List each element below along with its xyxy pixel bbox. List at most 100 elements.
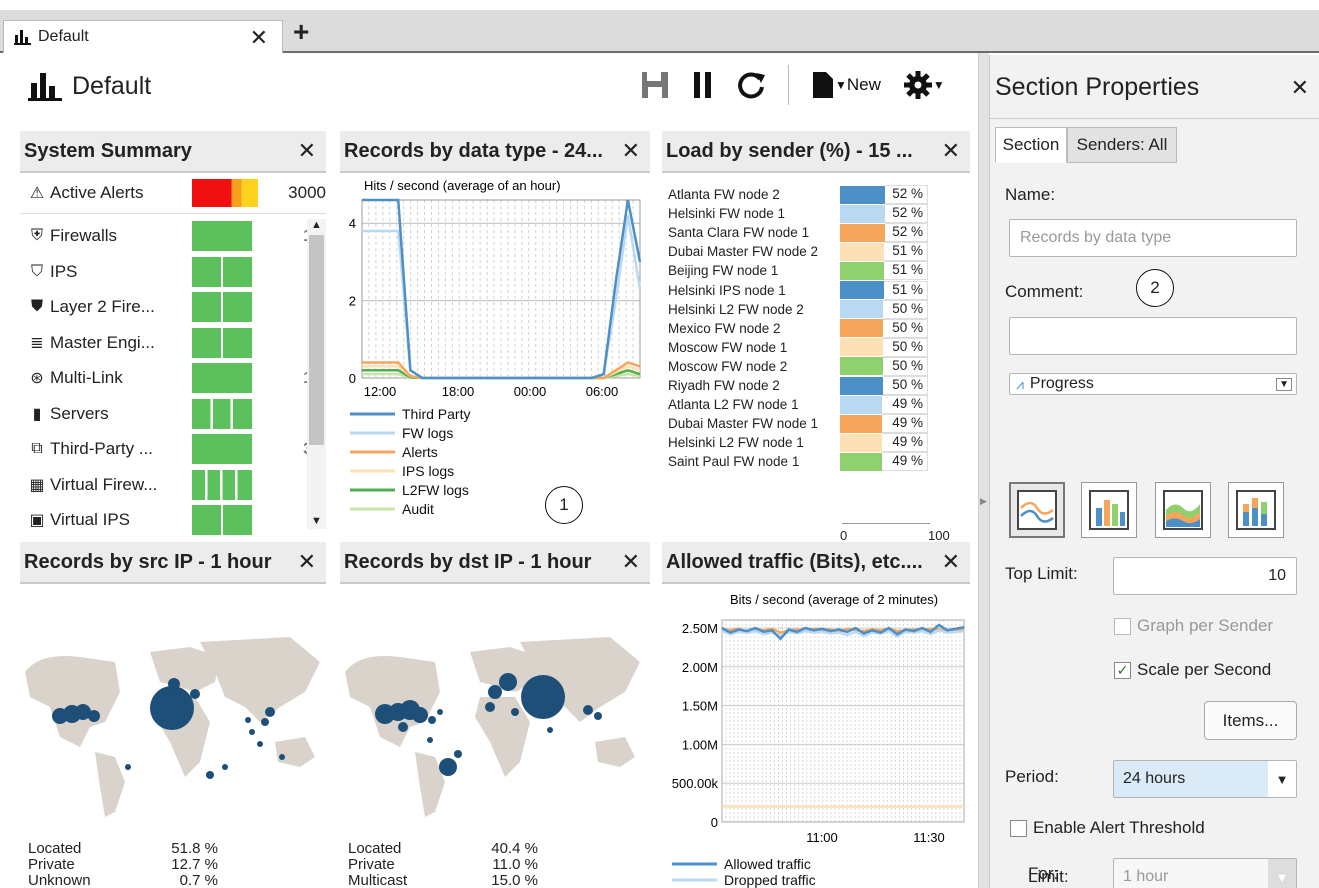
for-select[interactable]: 1 hour ▼ <box>1113 858 1297 888</box>
panel-title: Allowed traffic (Bits), etc.... <box>666 550 923 573</box>
sender-pct: 51 % <box>884 280 928 300</box>
close-icon[interactable]: ✕ <box>942 138 960 164</box>
summary-row[interactable]: ▦Virtual Firew...4 <box>24 468 326 502</box>
save-icon[interactable] <box>640 70 670 100</box>
refresh-icon[interactable] <box>736 70 766 100</box>
scrollbar-thumb[interactable] <box>309 235 324 445</box>
for-select-value: 1 hour <box>1123 868 1169 885</box>
panel-title: Records by data type - 24... <box>344 139 603 162</box>
period-label: Period: <box>1005 767 1059 786</box>
x-tick-label: 11:30 <box>913 830 945 845</box>
y-tick-label: 500.00k <box>672 776 719 791</box>
tab-default[interactable]: Default ✕ <box>3 20 283 53</box>
sender-row: Moscow FW node 1 50 % <box>668 337 928 357</box>
scale-per-second-checkbox[interactable]: ✓ Scale per Second <box>1114 660 1271 680</box>
sender-bar <box>840 261 884 280</box>
sender-bar <box>840 395 882 414</box>
sender-name: Helsinki L2 FW node 2 <box>668 301 804 317</box>
summary-row[interactable]: ⧉Third-Party ...32 <box>24 432 326 466</box>
chevron-down-icon: ▼ <box>1275 771 1289 787</box>
gear-icon <box>903 71 932 99</box>
records-type-chart: Hits / second (average of an hour) 0 2 4 12:… <box>349 178 642 517</box>
period-select[interactable]: 24 hours ▼ <box>1113 760 1297 798</box>
summary-row[interactable]: ⛊Layer 2 Fire...2 <box>24 290 326 324</box>
summary-row[interactable]: ⛨Firewalls15 <box>24 219 326 253</box>
legend-label: IPS logs <box>402 463 454 479</box>
summary-row-label: Virtual Firew... <box>50 474 158 494</box>
status-bar <box>192 292 252 322</box>
x-axis <box>842 523 930 524</box>
close-icon[interactable]: ✕ <box>298 138 316 164</box>
legend-label: Private <box>348 856 395 873</box>
tab-section[interactable]: Section <box>995 127 1067 163</box>
sender-pct: 50 % <box>883 318 928 338</box>
summary-row[interactable]: ▣Virtual IPS2 <box>24 503 326 537</box>
page-title-text: Default <box>72 71 152 100</box>
third-party-icon: ⧉ <box>31 440 43 457</box>
settings-button[interactable]: ▼ <box>903 70 945 100</box>
axis-max: 100 <box>928 528 950 543</box>
new-button[interactable]: ▼ New <box>811 70 881 100</box>
panel-splitter[interactable]: ▶ <box>978 53 989 888</box>
sender-bar <box>840 281 884 299</box>
legend-label: Located <box>348 840 402 857</box>
status-bar <box>192 256 252 287</box>
x-tick-label: 11:00 <box>806 830 838 845</box>
area-chart-icon <box>1163 490 1203 530</box>
summary-row[interactable]: ⊛Multi-Link17 <box>24 361 326 395</box>
legend-label: Located <box>28 840 82 857</box>
chevron-down-icon: ▼ <box>1276 377 1292 391</box>
close-icon[interactable]: ✕ <box>1291 75 1309 101</box>
ips-icon: ⛉ <box>30 262 43 280</box>
name-field[interactable]: Records by data type <box>1009 219 1297 257</box>
y-tick-label: 0 <box>711 815 718 830</box>
callout-2: 2 <box>1136 269 1174 307</box>
sender-bar <box>840 223 885 242</box>
legend-value: 51.8 % <box>171 840 218 857</box>
status-bar <box>192 505 252 535</box>
add-tab-button[interactable]: + <box>293 16 309 48</box>
y-tick-label: 2.50M <box>682 621 718 636</box>
records-type-header: Records by data type - 24... ✕ <box>340 131 650 173</box>
items-button[interactable]: Items... <box>1204 701 1297 740</box>
close-icon[interactable]: ✕ <box>298 549 316 575</box>
load-sender-header: Load by sender (%) - 15 ... ✕ <box>662 131 970 173</box>
tab-senders[interactable]: Senders: All <box>1067 127 1177 163</box>
y-tick-label: 1.50M <box>682 699 718 714</box>
legend-value: 0.7 % <box>179 872 218 888</box>
bar-chart-style-button[interactable] <box>1081 482 1137 538</box>
comment-field[interactable] <box>1009 317 1297 355</box>
y-tick-label: 1.00M <box>682 737 718 752</box>
style-select[interactable]: ⩘ Progress ▼ <box>1009 373 1297 395</box>
sender-name: Riyadh FW node 2 <box>668 378 780 393</box>
summary-row-label: Firewalls <box>50 226 118 245</box>
summary-row[interactable]: ⛉IPS2 <box>24 255 326 289</box>
close-icon[interactable]: ✕ <box>942 549 960 575</box>
warning-icon: ⚠ <box>29 185 45 202</box>
summary-row[interactable]: ≣Master Engi...2 <box>24 326 326 360</box>
bar-chart-icon <box>14 30 31 45</box>
enable-alert-threshold-checkbox[interactable]: Enable Alert Threshold <box>1010 818 1205 838</box>
area-chart-style-button[interactable] <box>1155 482 1211 538</box>
allowed-traffic-chart: Bits / second (average of 2 minutes) 0 500… <box>672 592 965 888</box>
top-limit-field[interactable]: 10 <box>1113 557 1297 595</box>
legend-item: Private 11.0 % <box>348 857 538 873</box>
close-icon[interactable]: ✕ <box>622 138 640 164</box>
sender-bar <box>840 338 883 357</box>
load-sender-panel: Load by sender (%) - 15 ... ✕ Atlanta FW… <box>662 131 970 543</box>
sender-name: Beijing FW node 1 <box>668 263 779 279</box>
checkbox-box <box>1010 819 1027 837</box>
dst-ip-panel: Records by dst IP - 1 hour ✕ Located 40.4… <box>340 542 650 888</box>
graph-per-sender-checkbox[interactable]: Graph per Sender <box>1114 616 1273 636</box>
pause-icon[interactable] <box>692 70 714 100</box>
tab-label: Default <box>38 28 89 45</box>
close-icon[interactable]: ✕ <box>622 549 640 575</box>
stacked-bar-style-button[interactable] <box>1228 482 1284 538</box>
active-alerts-row[interactable]: ⚠ Active Alerts 3000 <box>24 176 326 210</box>
summary-row[interactable]: ▮Servers3 <box>24 397 326 431</box>
line-chart-style-button[interactable] <box>1009 482 1065 538</box>
scrollbar[interactable]: ▲ ▼ <box>307 219 326 529</box>
sender-name: Atlanta FW node 2 <box>668 187 780 202</box>
sender-pct: 49 % <box>882 452 928 472</box>
tab-close-icon[interactable]: ✕ <box>250 25 268 51</box>
